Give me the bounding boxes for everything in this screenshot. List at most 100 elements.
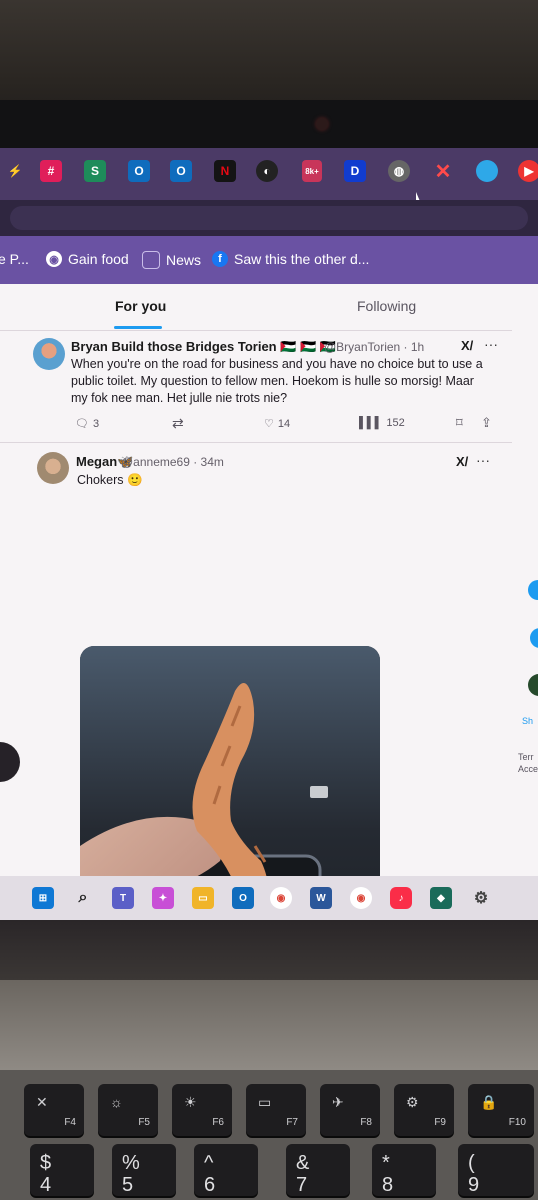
key-f10[interactable]: 🔒 F10: [468, 1084, 534, 1136]
avatar[interactable]: [33, 338, 65, 370]
search-icon[interactable]: ⌕: [72, 887, 94, 909]
windows-taskbar: ⊞ ⌕ T ✦ ▭ O ◉ W ◉ ♪ ◆ ⚙: [0, 876, 538, 920]
key-f8[interactable]: ✈ F8: [320, 1084, 380, 1136]
brightness-down-icon: ☼: [110, 1094, 123, 1110]
show-more-link[interactable]: Sh: [522, 716, 533, 726]
key-5[interactable]: % 5: [112, 1144, 176, 1196]
outlook-icon-2[interactable]: O: [170, 160, 192, 182]
terms-link[interactable]: Terr: [518, 752, 534, 762]
youtube-icon[interactable]: ▶: [518, 160, 538, 182]
bookmark-button[interactable]: ⌑: [456, 415, 463, 431]
outlook-icon[interactable]: O: [128, 160, 150, 182]
tab-icon-1[interactable]: ⚡: [4, 160, 26, 182]
tweet-handle[interactable]: @anneme69 · 34m: [121, 455, 224, 469]
bookmark-icon: ⌑: [456, 415, 463, 430]
copilot-icon[interactable]: ✦: [152, 887, 174, 909]
profile-icon-3[interactable]: [528, 674, 538, 696]
reply-icon: 🗨: [75, 418, 89, 430]
brightness-up-icon: ☀: [184, 1094, 197, 1110]
teams-icon[interactable]: T: [112, 887, 134, 909]
disney-plus-icon[interactable]: D: [344, 160, 366, 182]
key-symbol: $: [40, 1152, 52, 1174]
grok-icon[interactable]: X/: [461, 338, 473, 353]
slack-icon[interactable]: #: [40, 160, 62, 182]
bookmarks-bar: e P... ◉ Gain food News f Saw this the o…: [0, 236, 538, 284]
grok-icon[interactable]: X/: [456, 454, 468, 469]
key-label: F10: [508, 1117, 526, 1128]
key-7[interactable]: & 7: [286, 1144, 350, 1196]
key-4[interactable]: $4: [30, 1144, 94, 1196]
webcam: [316, 118, 328, 130]
like-count: 14: [277, 417, 291, 430]
repost-button[interactable]: ⇄: [172, 415, 184, 432]
bookmark-1[interactable]: e P...: [0, 251, 29, 267]
share-button[interactable]: ⇪: [481, 415, 492, 431]
more-icon[interactable]: ···: [476, 452, 490, 468]
app-icon[interactable]: ◆: [430, 887, 452, 909]
key-f7[interactable]: ▭ F7: [246, 1084, 306, 1136]
profile-icon-2[interactable]: [530, 628, 538, 648]
chrome-icon: ◉: [46, 251, 62, 267]
key-label: F4: [64, 1117, 76, 1128]
music-icon[interactable]: ♪: [390, 887, 412, 909]
chrome-taskbar-icon-2[interactable]: ◉: [350, 887, 372, 909]
tab-icon-dark[interactable]: ◐: [256, 160, 278, 182]
outlook-taskbar-icon[interactable]: O: [232, 887, 254, 909]
key-symbol: (: [468, 1152, 475, 1174]
chrome-taskbar-icon[interactable]: ◉: [270, 887, 292, 909]
like-button[interactable]: ♡ 14: [264, 417, 291, 431]
facebook-icon: f: [212, 251, 228, 267]
key-f5[interactable]: ☼ F5: [98, 1084, 158, 1136]
word-icon[interactable]: W: [310, 887, 332, 909]
tab-icon-blue[interactable]: [476, 160, 498, 182]
right-sidebar-edge: Sh Terr Acce: [512, 284, 538, 920]
reply-button[interactable]: 🗨 3: [75, 417, 99, 431]
key-f6[interactable]: ☀ F6: [172, 1084, 232, 1136]
bookmark-label: Saw this the other d...: [234, 251, 370, 267]
more-icon[interactable]: ···: [484, 336, 498, 352]
key-label: F9: [434, 1117, 446, 1128]
avatar[interactable]: [37, 452, 69, 484]
close-x-icon[interactable]: ✕: [432, 160, 454, 183]
globe-icon[interactable]: ◍: [388, 160, 410, 182]
sharepoint-icon[interactable]: S: [84, 160, 106, 182]
profile-icon-1[interactable]: [528, 580, 538, 600]
bookmark-label: News: [166, 252, 202, 268]
key-number: 8: [382, 1174, 394, 1196]
bookmark-label: Gain food: [68, 251, 129, 267]
key-8[interactable]: * 8: [372, 1144, 436, 1196]
view-count: 152: [386, 417, 405, 429]
bookmark-facebook[interactable]: f Saw this the other d...: [212, 251, 369, 267]
active-tab-indicator: [114, 326, 162, 329]
notification-badge-icon[interactable]: 8k+: [302, 160, 322, 182]
mic-mute-icon: ✕: [36, 1094, 48, 1110]
browser-tab-strip: ⚡ # S O O N ◐ 8k+ D ◍ ✕ ▶: [0, 148, 538, 206]
address-bar[interactable]: [10, 206, 528, 230]
bookmark-gain-food[interactable]: ◉ Gain food: [46, 251, 129, 267]
divider: [0, 442, 512, 443]
keyboard: ✕ F4 ☼ F5 ☀ F6 ▭ F7 ✈ F8 ⚙ F9 🔒 F10 $4 % 5 ^ 6 & 7…: [0, 1070, 538, 1200]
screen-bezel: [0, 100, 538, 148]
key-symbol: %: [122, 1152, 140, 1174]
key-label: F7: [286, 1117, 298, 1128]
key-symbol: *: [382, 1152, 390, 1174]
settings-icon[interactable]: ⚙: [470, 887, 492, 909]
accessibility-link[interactable]: Acce: [518, 764, 538, 774]
bookmark-news[interactable]: News: [142, 251, 201, 269]
divider: [0, 330, 512, 331]
news-icon: [142, 251, 160, 269]
key-f4[interactable]: ✕ F4: [24, 1084, 84, 1136]
key-9[interactable]: (9: [458, 1144, 534, 1196]
key-6[interactable]: ^ 6: [194, 1144, 258, 1196]
views-icon: ▌▌▌: [359, 417, 383, 429]
key-f9[interactable]: ⚙ F9: [394, 1084, 454, 1136]
tweet-handle[interactable]: @BryanTorien · 1h: [324, 340, 424, 354]
netflix-icon[interactable]: N: [214, 160, 236, 182]
windows-start-icon[interactable]: ⊞: [32, 887, 54, 909]
tab-following[interactable]: Following: [357, 298, 416, 314]
file-explorer-icon[interactable]: ▭: [192, 887, 214, 909]
tab-for-you[interactable]: For you: [115, 298, 166, 314]
views-button[interactable]: ▌▌▌ 152: [359, 417, 405, 429]
key-number: 4: [40, 1174, 52, 1196]
tweet-author-name[interactable]: Bryan Build those Bridges Torien 🇵🇸 🇵🇸 🇵…: [71, 339, 336, 355]
